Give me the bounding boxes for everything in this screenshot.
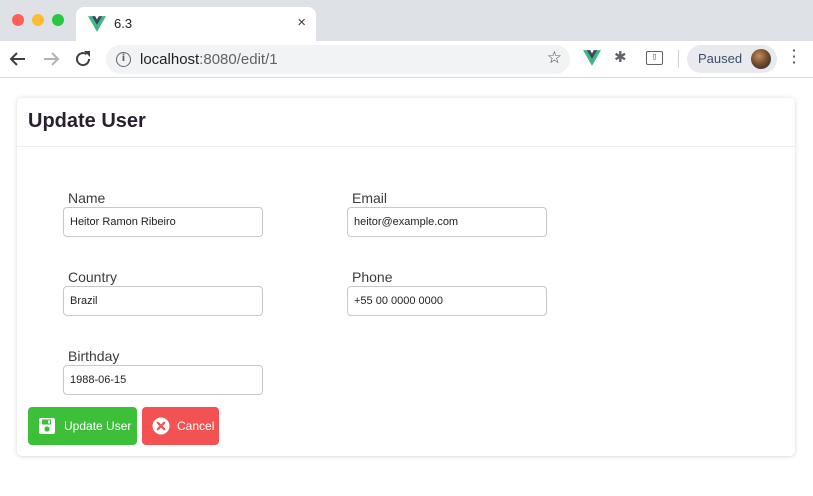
url-host: localhost [140,51,200,68]
profile-button[interactable]: Paused [687,45,777,73]
email-label: Email [352,190,388,206]
avatar [751,49,771,69]
email-input[interactable] [347,207,547,237]
url-text[interactable]: localhost:8080/edit/1 [140,51,278,68]
back-arrow-icon[interactable] [8,49,28,69]
extension-icon[interactable]: ▯ [646,51,663,65]
birthday-input[interactable] [63,365,263,395]
name-input[interactable] [63,207,263,237]
phone-input[interactable] [347,286,547,316]
country-label: Country [68,269,118,285]
save-icon [39,418,55,434]
birthday-label: Birthday [68,348,120,364]
address-bar[interactable]: i localhost:8080/edit/1 ☆ [106,45,570,74]
close-window-button[interactable] [12,14,24,26]
page-title: Update User [28,110,146,132]
star-icon[interactable]: ☆ [547,48,562,68]
cancel-label: Cancel [177,419,215,433]
maximize-window-button[interactable] [52,14,64,26]
vue-favicon-icon [88,16,106,32]
toolbar-divider [678,50,679,68]
minimize-window-button[interactable] [32,14,44,26]
forward-arrow-icon[interactable] [41,49,61,69]
update-user-card: Update User Name Email Country Phone Bir… [17,98,795,456]
cancel-button[interactable]: Cancel [142,407,219,445]
reload-icon[interactable] [73,49,93,69]
bug-icon[interactable]: ✱ [614,48,632,66]
browser-tab[interactable]: 6.3 × [76,7,316,41]
update-user-button[interactable]: Update User [28,407,137,445]
name-label: Name [68,190,106,206]
title-divider [17,146,795,147]
update-user-label: Update User [64,419,132,433]
vue-devtools-icon[interactable] [583,50,601,66]
tab-close-icon[interactable]: × [297,14,306,32]
close-circle-icon [152,417,170,435]
kebab-menu-icon[interactable]: · · · [788,43,800,71]
page-viewport: Update User Name Email Country Phone Bir… [0,78,813,496]
tab-bar: 6.3 × [0,0,813,41]
url-path: :8080/edit/1 [199,51,278,68]
profile-status: Paused [698,51,743,66]
tab-title: 6.3 [114,16,133,31]
info-icon[interactable]: i [116,52,131,67]
phone-label: Phone [352,269,393,285]
country-input[interactable] [63,286,263,316]
